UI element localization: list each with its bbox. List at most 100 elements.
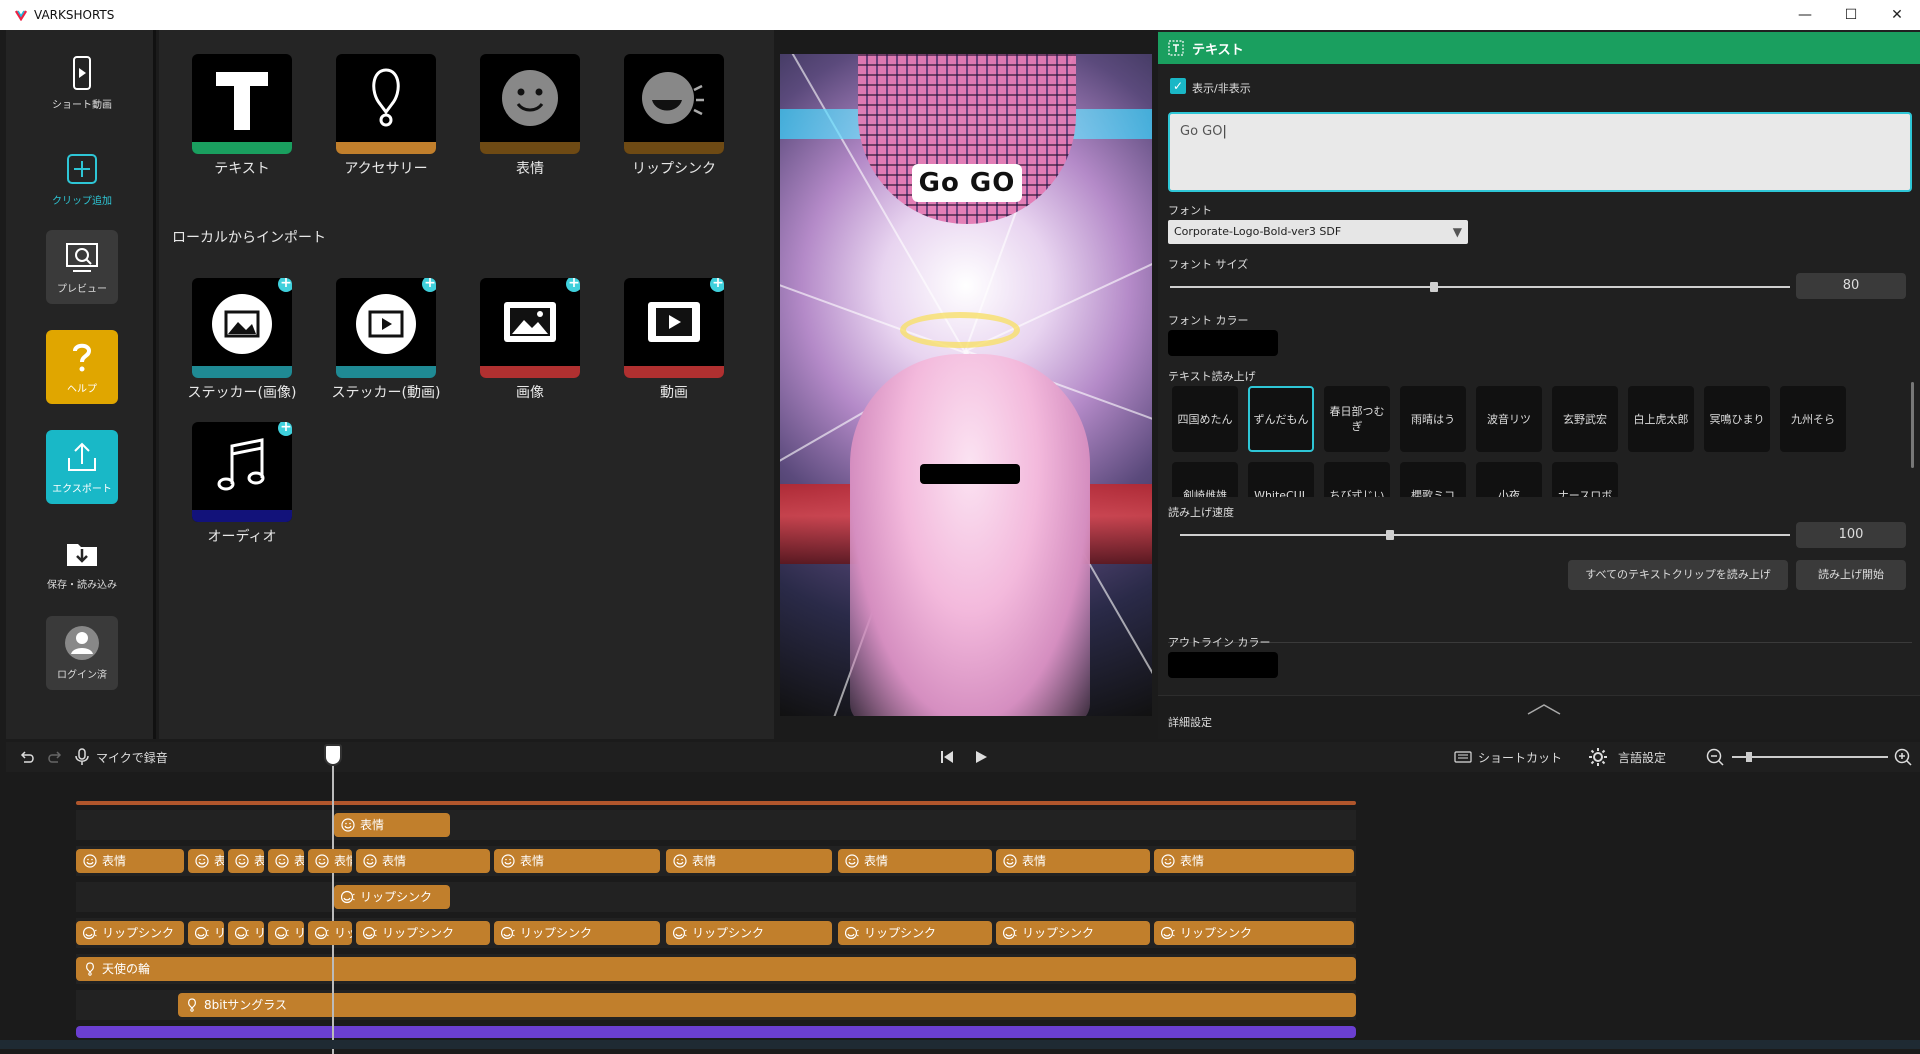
accessory-clip-halo[interactable]: 天使の輪 [76,957,1356,981]
voice-scrollbar[interactable] [1911,382,1914,468]
expression-clip[interactable]: 表情 [356,849,490,873]
mic-record-label[interactable]: マイクで録音 [96,749,168,766]
voice-option[interactable]: 九州そら [1780,386,1846,452]
outline-color-swatch[interactable] [1168,652,1278,678]
tile-image[interactable]: + [480,278,580,378]
preview-text-caption[interactable]: Go GO [912,164,1022,202]
read-start-button[interactable]: 読み上げ開始 [1796,560,1906,590]
speed-value[interactable]: 100 [1796,522,1906,548]
lipsync-clip[interactable]: リップシンク [334,885,450,909]
lipsync-clip[interactable]: リップシンク [996,921,1150,945]
font-size-slider-handle[interactable] [1430,282,1438,292]
redo-icon[interactable] [46,748,64,766]
nav-save-load[interactable]: 保存・読み込み [46,526,118,600]
expression-clip[interactable]: 表情 [1154,849,1354,873]
nav-short-video[interactable]: ショート動画 [46,46,118,120]
lipsync-clip[interactable]: リップシンク [228,921,264,945]
clip-label: 表情 [294,854,304,868]
font-dropdown[interactable]: Corporate-Logo-Bold-ver3 SDF ▼ [1168,220,1468,244]
title-bar: VARKSHORTS — ☐ ✕ [0,0,1920,30]
zoom-slider[interactable] [1732,756,1888,758]
expression-clip[interactable]: 表情 [334,813,450,837]
microphone-icon[interactable] [74,748,90,766]
font-size-slider[interactable] [1170,286,1790,288]
tile-sticker-image[interactable]: + [192,278,292,378]
tile-lipsync[interactable] [624,54,724,154]
font-size-value[interactable]: 80 [1796,273,1906,299]
language-settings-label[interactable]: 言語設定 [1618,749,1666,766]
advanced-settings-bar[interactable]: 詳細設定 [1158,695,1920,739]
voice-option[interactable]: 四国めたん [1172,386,1238,452]
tile-video[interactable]: + [624,278,724,378]
close-button[interactable]: ✕ [1874,0,1920,30]
voice-option[interactable]: WhiteCUL [1248,462,1314,497]
skip-to-start-icon[interactable] [940,750,954,764]
voice-option[interactable]: 雨晴はう [1400,386,1466,452]
lipsync-clip[interactable]: リップシンク [494,921,660,945]
lipsync-clip[interactable]: リップシンク [1154,921,1354,945]
font-color-swatch[interactable] [1168,330,1278,356]
expression-clip[interactable]: 表情 [188,849,224,873]
lipsync-clip[interactable]: リップシンク [268,921,304,945]
zoom-out-icon[interactable] [1706,748,1724,766]
maximize-button[interactable]: ☐ [1828,0,1874,30]
undo-icon[interactable] [18,748,36,766]
voice-option[interactable]: 櫻歌ミコ [1400,462,1466,497]
nav-login[interactable]: ログイン済 [46,616,118,690]
lipsync-clip[interactable]: リップシンク [356,921,490,945]
expression-clip[interactable]: 表情 [228,849,264,873]
voice-option[interactable]: 剣崎雌雄 [1172,462,1238,497]
gear-icon[interactable] [1588,747,1608,767]
voice-option[interactable]: ちび式じい [1324,462,1390,497]
voice-option-selected[interactable]: ずんだもん [1248,386,1314,452]
tile-accessory[interactable] [336,54,436,154]
expression-clip[interactable]: 表情 [996,849,1150,873]
tile-audio[interactable]: + [192,422,292,522]
text-clip-track-edge[interactable] [76,801,1356,805]
text-input[interactable]: Go GO| [1168,112,1912,192]
lipsync-clip[interactable]: リップシンク [838,921,992,945]
nav-help[interactable]: ヘルプ [46,330,118,404]
tile-sticker-video[interactable]: + [336,278,436,378]
add-plus-icon: + [710,278,724,292]
accessory-clip-glasses[interactable]: 8bitサングラス [178,993,1356,1017]
speed-slider-handle[interactable] [1386,530,1394,540]
lipsync-clip[interactable]: リップシンク [76,921,184,945]
shortcut-label[interactable]: ショートカット [1478,749,1562,766]
chevron-up-icon[interactable] [1526,702,1562,716]
lipsync-clip[interactable]: リップシンク [308,921,352,945]
speed-slider[interactable] [1180,534,1790,536]
keyboard-icon[interactable] [1454,750,1472,764]
expression-clip[interactable]: 表情 [838,849,992,873]
expression-clip[interactable]: 表情 [76,849,184,873]
tile-label: 動画 [660,385,688,401]
zoom-slider-handle[interactable] [1746,752,1752,762]
expression-clip[interactable]: 表情 [268,849,304,873]
voice-option[interactable]: 波音リツ [1476,386,1542,452]
lipsync-clip[interactable]: リップシンク [666,921,832,945]
audio-clip[interactable] [76,1026,1356,1038]
preview-frame[interactable]: Go GO [780,54,1152,716]
nav-export[interactable]: エクスポート [46,430,118,504]
expression-clip[interactable]: 表情 [494,849,660,873]
voice-option[interactable]: 玄野武宏 [1552,386,1618,452]
expression-clip[interactable]: 表情 [308,849,352,873]
lipsync-clip[interactable]: リップシンク [188,921,224,945]
voice-option[interactable]: 小夜 [1476,462,1542,497]
playhead-handle[interactable] [324,744,342,766]
nav-add-clip[interactable]: クリップ追加 [46,142,118,216]
minimize-button[interactable]: — [1782,0,1828,30]
read-all-clips-button[interactable]: すべてのテキストクリップを読み上げ [1568,560,1788,590]
voice-option[interactable]: ナースロボ [1552,462,1618,497]
tile-expression[interactable] [480,54,580,154]
clip-label: 表情 [254,854,264,868]
voice-option[interactable]: 春日部つむぎ [1324,386,1390,452]
nav-preview[interactable]: プレビュー [46,230,118,304]
expression-clip[interactable]: 表情 [666,849,832,873]
play-icon[interactable] [974,750,988,764]
visibility-checkbox[interactable]: ✓ [1170,78,1186,94]
voice-option[interactable]: 白上虎太郎 [1628,386,1694,452]
voice-option[interactable]: 冥鳴ひまり [1704,386,1770,452]
tile-text[interactable] [192,54,292,154]
zoom-in-icon[interactable] [1894,748,1912,766]
